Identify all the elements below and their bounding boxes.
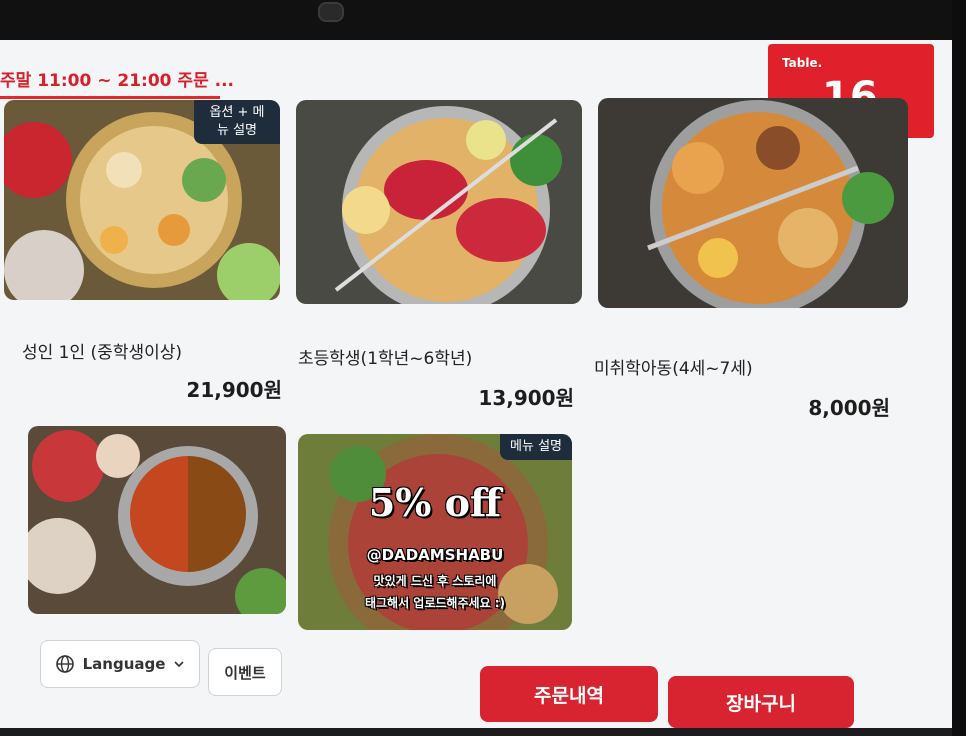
- cart-button[interactable]: 장바구니: [668, 676, 854, 728]
- hotpot-food-image: [598, 98, 908, 308]
- promo-line-2: 태그해서 업로드해주세요 :): [364, 596, 506, 610]
- language-button[interactable]: Language: [40, 640, 200, 688]
- language-label: Language: [82, 655, 166, 673]
- menu-item-name-elementary: 초등학생(1학년~6학년): [298, 349, 473, 369]
- promo-event-card[interactable]: 메뉴 설명 5% off @DADAMSHABU 맛있게 드신 후 스토리에 태…: [298, 434, 572, 630]
- promo-line-1: 맛있게 드신 후 스토리에: [373, 574, 497, 588]
- menu-item-elementary-image[interactable]: [296, 100, 582, 304]
- promo-headline: 5% off: [368, 480, 502, 525]
- business-hours: 주말 11:00 ~ 21:00 주문 ...: [0, 71, 234, 91]
- chevron-down-icon: [174, 661, 184, 668]
- menu-item-side-image[interactable]: [28, 426, 286, 614]
- option-menu-tag: 옵션 + 메뉴 설명: [194, 100, 280, 144]
- menu-description-tag: 메뉴 설명: [500, 434, 572, 460]
- table-label: Table.: [782, 56, 823, 70]
- promo-handle: @DADAMSHABU: [366, 546, 504, 564]
- globe-icon: [55, 655, 74, 673]
- hotpot-food-image: [296, 100, 582, 304]
- menu-item-price-preschool: 8,000원: [808, 396, 890, 420]
- menu-item-price-elementary: 13,900원: [478, 386, 574, 410]
- hours-underline: [0, 96, 220, 99]
- device-bezel-top: [0, 0, 966, 40]
- camera-icon: [318, 2, 344, 22]
- hotpot-food-image: [28, 426, 286, 614]
- menu-item-adult-image[interactable]: 옵션 + 메뉴 설명: [4, 100, 280, 300]
- menu-item-preschool-image[interactable]: [598, 98, 908, 308]
- menu-item-price-adult: 21,900원: [186, 378, 282, 402]
- device-bezel-right: [952, 0, 966, 736]
- event-button[interactable]: 이벤트: [208, 648, 282, 696]
- menu-item-name-preschool: 미취학아동(4세~7세): [594, 359, 753, 379]
- menu-item-name-adult: 성인 1인 (중학생이상): [22, 343, 183, 363]
- order-history-button[interactable]: 주문내역: [480, 666, 658, 722]
- kiosk-screen: 주말 11:00 ~ 21:00 주문 ... Table. 16 옵션 + 메…: [0, 40, 952, 728]
